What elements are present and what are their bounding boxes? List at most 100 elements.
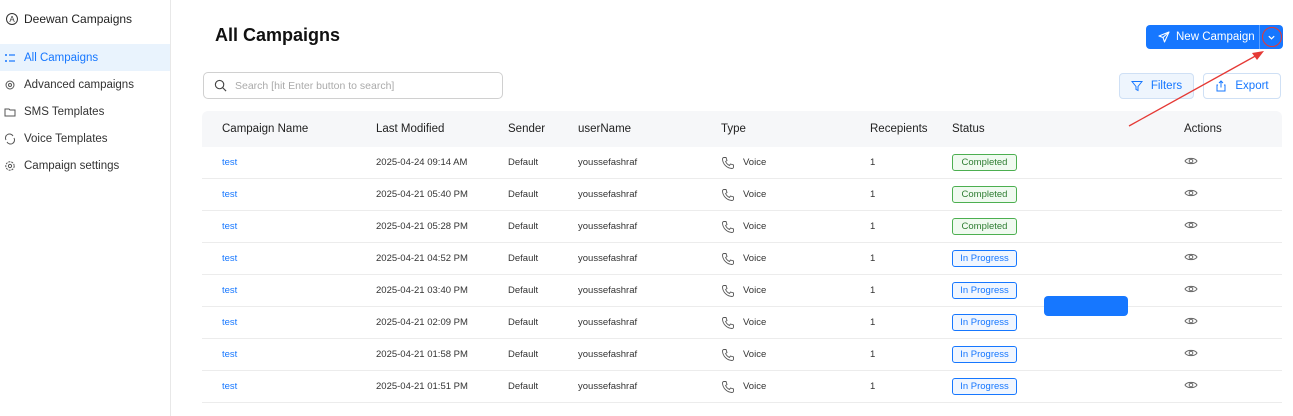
eye-icon[interactable] [1184,317,1198,331]
new-campaign-dropdown-toggle[interactable] [1259,25,1283,49]
last-modified: 2025-04-21 01:58 PM [376,349,468,360]
last-modified: 2025-04-21 05:28 PM [376,221,468,232]
sidebar-item-campaign-settings[interactable]: Campaign settings [0,152,170,179]
floating-action-button[interactable] [1044,296,1128,316]
last-modified: 2025-04-21 04:52 PM [376,253,468,264]
phone-icon [722,188,734,201]
column-header[interactable]: Status [952,123,1184,135]
sidebar-item-label: Campaign settings [24,159,120,172]
voice-swap-icon [4,133,16,145]
eye-icon[interactable] [1184,221,1198,235]
last-modified: 2025-04-21 03:40 PM [376,285,468,296]
new-campaign-label: New Campaign [1176,31,1255,43]
username: youssefashraf [578,381,638,392]
search-input[interactable] [235,79,485,92]
column-header[interactable]: Campaign Name [202,123,376,135]
campaign-name-link[interactable]: test [202,253,376,264]
status-badge: In Progress [952,282,1017,299]
view-action[interactable] [1184,186,1282,203]
eye-icon[interactable] [1184,189,1198,203]
column-header[interactable]: Recepients [870,123,952,135]
phone-icon [722,380,734,393]
page-title: All Campaigns [215,25,341,45]
sender: Default [508,317,539,328]
last-modified: 2025-04-21 01:51 PM [376,381,468,392]
view-action[interactable] [1184,378,1282,395]
brand-name: Deewan Campaigns [24,12,133,26]
export-button[interactable]: Export [1203,73,1281,99]
eye-icon[interactable] [1184,349,1198,363]
send-icon [1158,31,1170,43]
new-campaign-button[interactable]: New Campaign [1146,25,1259,49]
table-body: test 2025-04-24 09:14 AM Default youssefash… [202,147,1282,403]
view-action[interactable] [1184,282,1282,299]
search-icon [214,79,227,92]
type-label: Voice [743,157,767,168]
sidebar-item-label: SMS Templates [24,105,105,118]
view-action[interactable] [1184,346,1282,363]
eye-icon[interactable] [1184,157,1198,171]
recipients-count: 1 [870,317,876,328]
phone-icon [722,220,734,233]
status-cell: In Progress [952,378,1184,395]
campaign-name-link[interactable]: test [202,381,376,392]
list-icon [4,52,16,64]
campaign-name-link[interactable]: test [202,189,376,200]
filters-button[interactable]: Filters [1119,73,1194,99]
table-row: test 2025-04-21 01:58 PM Default youssefash… [202,339,1282,371]
status-cell: In Progress [952,250,1184,267]
new-campaign-button-group: New Campaign [1146,25,1283,49]
username: youssefashraf [578,285,638,296]
table-row: test 2025-04-21 05:28 PM Default youssefash… [202,211,1282,243]
gear-icon [4,160,16,172]
phone-icon [722,316,734,329]
view-action[interactable] [1184,314,1282,331]
type-cell: Voice [721,380,870,394]
column-header[interactable]: Type [721,123,870,135]
search-box[interactable] [203,72,503,99]
sidebar-item-voice-templates[interactable]: Voice Templates [0,125,170,152]
type-label: Voice [743,381,767,392]
column-header[interactable]: Last Modified [376,123,508,135]
sidebar-item-label: Voice Templates [24,132,108,145]
recipients-count: 1 [870,285,876,296]
campaign-name-link[interactable]: test [202,317,376,328]
phone-icon [722,348,734,361]
status-badge: In Progress [952,378,1017,395]
folder-icon [4,106,16,118]
username: youssefashraf [578,253,638,264]
status-badge: Completed [952,218,1017,235]
type-cell: Voice [721,316,870,330]
recipients-count: 1 [870,157,876,168]
status-cell: In Progress [952,314,1184,331]
sidebar-item-sms-templates[interactable]: SMS Templates [0,98,170,125]
sidebar-item-label: Advanced campaigns [24,78,134,91]
column-header[interactable]: userName [578,123,721,135]
type-cell: Voice [721,348,870,362]
sender: Default [508,221,539,232]
campaign-name-link[interactable]: test [202,349,376,360]
type-cell: Voice [721,156,870,170]
cog-sparkle-icon [4,79,16,91]
status-cell: In Progress [952,346,1184,363]
view-action[interactable] [1184,218,1282,235]
eye-icon[interactable] [1184,285,1198,299]
sidebar-item-all-campaigns[interactable]: All Campaigns [0,44,170,71]
table-row: test 2025-04-21 05:40 PM Default youssefash… [202,179,1282,211]
sender: Default [508,253,539,264]
sidebar-item-advanced-campaigns[interactable]: Advanced campaigns [0,71,170,98]
sender: Default [508,381,539,392]
type-label: Voice [743,317,767,328]
eye-icon[interactable] [1184,381,1198,395]
campaign-name-link[interactable]: test [202,157,376,168]
campaign-name-link[interactable]: test [202,285,376,296]
eye-icon[interactable] [1184,253,1198,267]
status-cell: Completed [952,218,1184,235]
view-action[interactable] [1184,250,1282,267]
sender: Default [508,349,539,360]
column-header[interactable]: Sender [508,123,578,135]
campaign-name-link[interactable]: test [202,221,376,232]
phone-icon [722,252,734,265]
table-row: test 2025-04-24 09:14 AM Default youssefash… [202,147,1282,179]
view-action[interactable] [1184,154,1282,171]
